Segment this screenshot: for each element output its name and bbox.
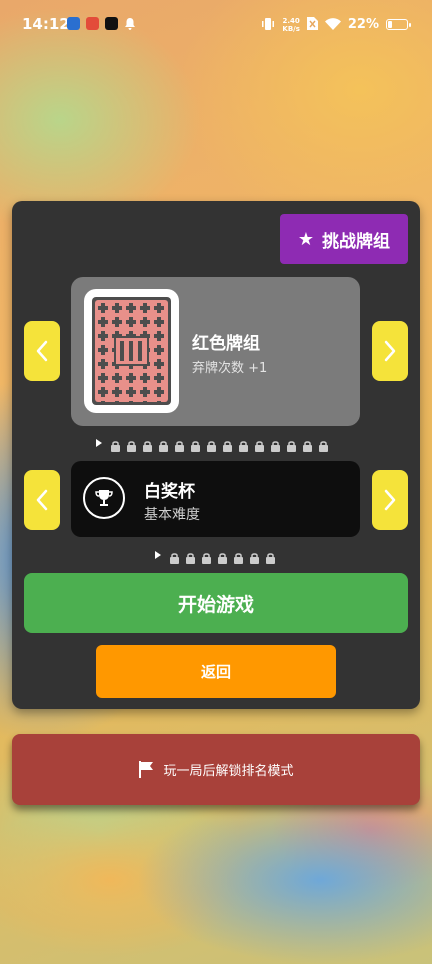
star-icon: ★: [297, 228, 315, 250]
current-position-marker: [155, 551, 161, 559]
lock-icon: [222, 437, 233, 452]
previous-stake-button[interactable]: [24, 470, 60, 530]
lock-icon: [190, 437, 201, 452]
status-bar: 14:12 2.40 KB/s 22%: [0, 0, 432, 50]
lock-icon: [302, 437, 313, 452]
notification-icons: [67, 17, 136, 30]
lock-icon: [201, 549, 212, 564]
lock-icon: [249, 549, 260, 564]
lock-icon: [126, 437, 137, 452]
chevron-right-icon: [384, 489, 396, 511]
battery-percent: 22%: [347, 17, 379, 32]
net-speed-unit: KB/s: [282, 24, 300, 33]
lock-icon: [265, 549, 276, 564]
battery-level: [388, 21, 393, 28]
deck-description: 弃牌次数 +1: [192, 361, 268, 376]
deck-card: 红色牌组 弃牌次数 +1: [71, 277, 360, 426]
bell-icon: [124, 17, 136, 30]
lock-icon: [142, 437, 153, 452]
back-button[interactable]: 返回: [96, 645, 336, 698]
start-game-button[interactable]: 开始游戏: [24, 573, 408, 633]
lock-icon: [270, 437, 281, 452]
deck-name: 红色牌组: [192, 334, 260, 354]
app-notification-icon: [67, 17, 80, 30]
net-speed-value: 2.40: [282, 16, 300, 25]
chevron-left-icon: [36, 489, 48, 511]
status-right: 2.40 KB/s 22%: [261, 15, 411, 34]
status-time: 14:12: [22, 15, 70, 33]
lock-icon: [158, 437, 169, 452]
lock-icon: [217, 549, 228, 564]
next-deck-button[interactable]: [372, 321, 408, 381]
net-speed: 2.40 KB/s: [282, 17, 299, 33]
current-position-marker: [96, 439, 102, 447]
red-deck-card-back-image: [92, 297, 171, 405]
deck-card-back: [84, 289, 179, 413]
lock-icon: [254, 437, 265, 452]
stake-name: 白奖杯: [144, 482, 195, 502]
challenge-deck-button[interactable]: ★ 挑战牌组: [280, 214, 408, 264]
chevron-right-icon: [384, 340, 396, 362]
lock-icon: [185, 549, 196, 564]
lock-icon: [318, 437, 329, 452]
trophy-icon: [83, 477, 125, 519]
chevron-left-icon: [36, 340, 48, 362]
weibo-notification-icon: [86, 17, 99, 30]
lock-icon: [169, 549, 180, 564]
lock-icon: [233, 549, 244, 564]
sim-off-icon: [306, 15, 318, 34]
ranked-mode-text: 玩一局后解锁排名模式: [163, 764, 294, 779]
lock-icon: [174, 437, 185, 452]
wifi-icon: [324, 15, 341, 34]
battery-icon: [386, 19, 411, 30]
previous-deck-button[interactable]: [24, 321, 60, 381]
tiktok-notification-icon: [105, 17, 118, 30]
deck-unlock-progress: [96, 437, 329, 452]
flag-icon: [139, 761, 154, 778]
challenge-deck-label: 挑战牌组: [322, 231, 391, 252]
lock-icon: [206, 437, 217, 452]
lock-icon: [110, 437, 121, 452]
stake-description: 基本难度: [144, 507, 200, 523]
vibrate-icon: [261, 15, 275, 34]
next-stake-button[interactable]: [372, 470, 408, 530]
run-setup-panel: ★ 挑战牌组 红色牌组 弃牌次数 +1 白奖杯 基本难度 开始游戏 返回: [12, 201, 420, 709]
lock-icon: [238, 437, 249, 452]
lock-icon: [286, 437, 297, 452]
ranked-mode-banner[interactable]: 玩一局后解锁排名模式: [12, 734, 420, 805]
stake-unlock-progress: [155, 549, 276, 564]
stake-card: 白奖杯 基本难度: [71, 461, 360, 537]
